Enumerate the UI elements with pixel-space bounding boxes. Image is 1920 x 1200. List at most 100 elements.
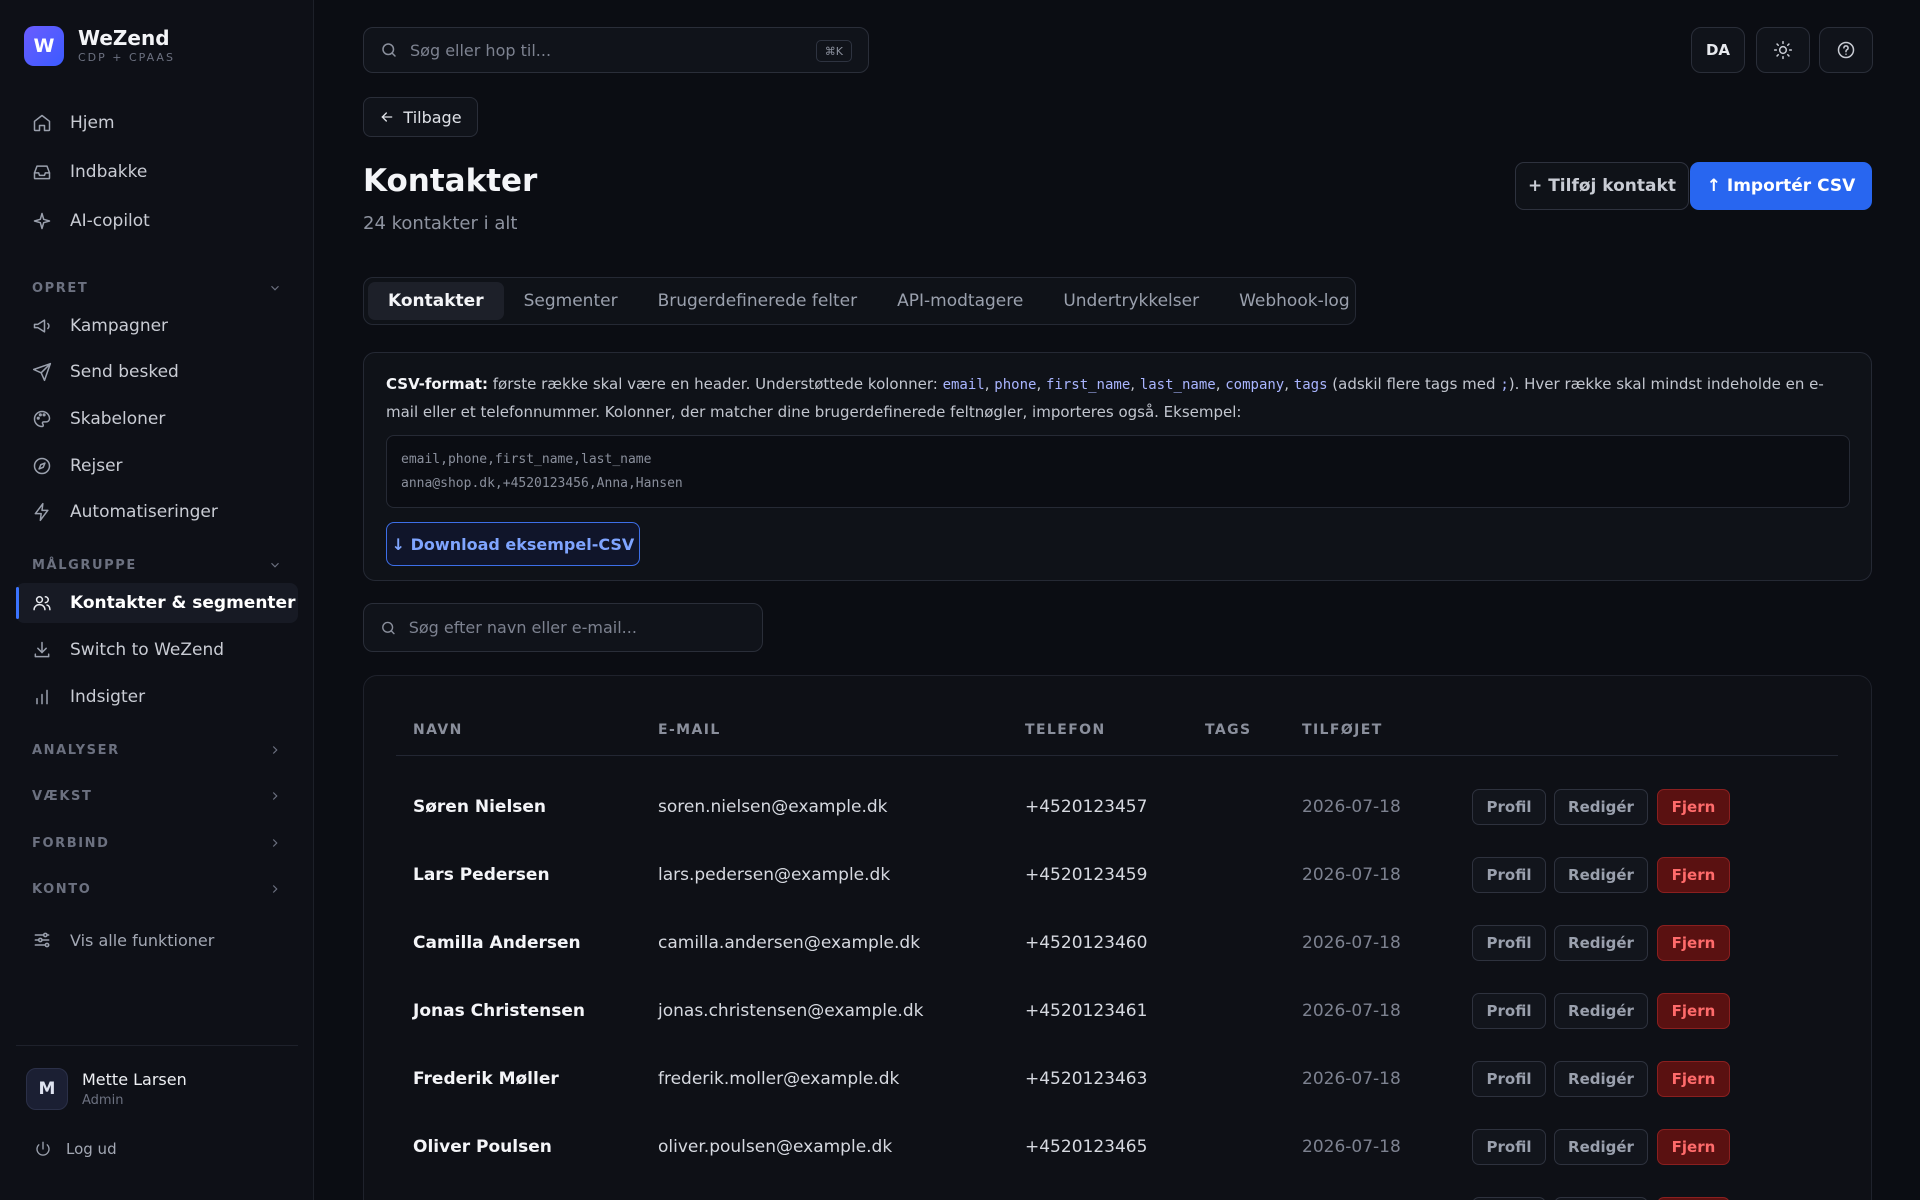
profile-button[interactable]: Profil — [1472, 1061, 1546, 1097]
section-malgruppe[interactable]: MÅLGRUPPE — [32, 555, 282, 575]
sidebar-item-kampagner[interactable]: Kampagner — [16, 306, 298, 346]
csv-column: phone — [994, 377, 1037, 393]
tab-webhook-log[interactable]: Webhook-log — [1219, 282, 1370, 320]
download-icon — [34, 641, 50, 658]
send-icon — [32, 362, 52, 382]
csv-text-part: første række skal være en header. Unders… — [492, 375, 938, 393]
sidebar-item-ai-copilot[interactable]: AI-copilot — [16, 201, 298, 241]
edit-button[interactable]: Redigér — [1554, 789, 1648, 825]
user-profile[interactable]: M Mette Larsen Admin — [26, 1068, 187, 1110]
remove-button[interactable]: Fjern — [1657, 1129, 1730, 1165]
remove-button[interactable]: Fjern — [1657, 1061, 1730, 1097]
user-name: Mette Larsen — [82, 1070, 187, 1089]
table-row[interactable]: Søren Nielsen soren.nielsen@example.dk +45… — [364, 773, 1871, 841]
profile-button[interactable]: Profil — [1472, 857, 1546, 893]
sidebar-divider — [16, 1045, 298, 1046]
sidebar-item-send-besked[interactable]: Send besked — [16, 352, 298, 392]
tab-api-modtagere[interactable]: API-modtagere — [877, 282, 1043, 320]
table-row[interactable]: Jonas Christensen jonas.christensen@examp… — [364, 977, 1871, 1045]
sidebar-item-hjem[interactable]: Hjem — [16, 103, 298, 143]
edit-button[interactable]: Redigér — [1554, 1129, 1648, 1165]
table-row[interactable]: Frederik Møller frederik.moller@example.d… — [364, 1045, 1871, 1113]
chevron-right-icon — [272, 885, 278, 893]
table-row[interactable]: Oliver Poulsen oliver.poulsen@example.dk +… — [364, 1113, 1871, 1181]
page-title: Kontakter — [363, 163, 538, 199]
edit-button[interactable]: Redigér — [1554, 925, 1648, 961]
header-divider — [396, 755, 1838, 756]
contact-phone: +4520123459 — [1025, 865, 1148, 885]
contact-email: jonas.christensen@example.dk — [658, 1001, 924, 1021]
csv-format-label: CSV-format: — [386, 375, 488, 393]
section-label: ANALYSER — [32, 742, 120, 758]
remove-button[interactable]: Fjern — [1657, 925, 1730, 961]
sidebar-item-rejser[interactable]: Rejser — [16, 446, 298, 486]
tab-undertrykkelser[interactable]: Undertrykkelser — [1043, 282, 1219, 320]
profile-button[interactable]: Profil — [1472, 789, 1546, 825]
contact-email: frederik.moller@example.dk — [658, 1069, 900, 1089]
tab-segmenter[interactable]: Segmenter — [504, 282, 638, 320]
profile-button[interactable]: Profil — [1472, 993, 1546, 1029]
logout-button[interactable]: Log ud — [34, 1140, 117, 1158]
section-opret[interactable]: OPRET — [32, 278, 282, 298]
section-vaekst[interactable]: VÆKST — [32, 786, 282, 806]
csv-column: email — [942, 377, 985, 393]
brand-name: WeZend — [78, 26, 170, 50]
column-header-phone[interactable]: TELEFON — [1025, 722, 1106, 738]
remove-button[interactable]: Fjern — [1657, 789, 1730, 825]
table-row[interactable]: Lars Pedersen lars.pedersen@example.dk +45… — [364, 841, 1871, 909]
section-forbind[interactable]: FORBIND — [32, 833, 282, 853]
remove-button[interactable]: Fjern — [1657, 857, 1730, 893]
table-row[interactable]: Camilla Andersen camilla.andersen@example… — [364, 909, 1871, 977]
help-button[interactable] — [1819, 27, 1873, 73]
contact-search-input[interactable] — [408, 618, 762, 637]
profile-button[interactable]: Profil — [1472, 925, 1546, 961]
sidebar-item-skabeloner[interactable]: Skabeloner — [16, 399, 298, 439]
profile-button[interactable]: Profil — [1472, 1129, 1546, 1165]
brand[interactable]: W WeZend CDP + CPAAS — [24, 26, 175, 66]
sliders-icon — [34, 932, 50, 948]
csv-column: last_name — [1139, 377, 1216, 393]
sidebar-item-label: Hjem — [70, 113, 115, 133]
contact-email: sofie.kristensen@example.se — [658, 1181, 907, 1200]
column-header-tags[interactable]: TAGS — [1205, 722, 1251, 738]
edit-button[interactable]: Redigér — [1554, 857, 1648, 893]
column-header-email[interactable]: E-MAIL — [658, 722, 721, 738]
back-button[interactable]: Tilbage — [363, 97, 478, 137]
edit-button[interactable]: Redigér — [1554, 993, 1648, 1029]
remove-button[interactable]: Fjern — [1657, 993, 1730, 1029]
contact-email: lars.pedersen@example.dk — [658, 865, 891, 885]
sidebar-item-kontakter-segmenter[interactable]: Kontakter & segmenter — [16, 583, 298, 623]
chevron-right-icon — [272, 839, 278, 847]
global-search-input[interactable] — [410, 40, 790, 60]
add-contact-button[interactable]: + Tilføj kontakt — [1515, 162, 1689, 210]
sidebar-item-indbakke[interactable]: Indbakke — [16, 152, 298, 192]
sidebar-item-indsigter[interactable]: Indsigter — [16, 677, 298, 717]
sidebar-item-switch-to-wezend[interactable]: Switch to WeZend — [16, 630, 298, 670]
page-subtitle: 24 kontakter i alt — [363, 213, 518, 234]
column-header-name[interactable]: NAVN — [413, 722, 463, 738]
section-analyser[interactable]: ANALYSER — [32, 740, 282, 760]
tab-kontakter[interactable]: Kontakter — [368, 282, 504, 320]
search-icon — [382, 43, 396, 57]
edit-button[interactable]: Redigér — [1554, 1061, 1648, 1097]
contact-search[interactable] — [363, 603, 763, 652]
download-example-csv-button[interactable]: ↓ Download eksempel-CSV — [386, 522, 640, 566]
section-konto[interactable]: KONTO — [32, 879, 282, 899]
global-search[interactable]: ⌘K — [363, 27, 869, 73]
show-all-features-link[interactable]: Vis alle funktioner — [16, 920, 298, 960]
contact-name: Søren Nielsen — [413, 797, 547, 817]
bolt-icon — [34, 502, 49, 522]
contact-name: Lars Pedersen — [413, 865, 550, 885]
tab-brugerdefinerede-felter[interactable]: Brugerdefinerede felter — [638, 282, 878, 320]
contact-phone: +4520123461 — [1025, 1001, 1148, 1021]
contact-added-date: 2026-07-18 — [1302, 865, 1401, 885]
sidebar-item-label: Skabeloner — [70, 409, 166, 429]
table-row[interactable]: Sofie Kristensen sofie.kristensen@example… — [364, 1181, 1871, 1200]
column-header-added[interactable]: TILFØJET — [1302, 722, 1383, 738]
sidebar-item-automatiseringer[interactable]: Automatiseringer — [16, 492, 298, 532]
import-csv-button[interactable]: ↑ Importér CSV — [1690, 162, 1872, 210]
sidebar-item-label: Rejser — [70, 456, 123, 476]
theme-toggle-button[interactable] — [1756, 27, 1810, 73]
language-button[interactable]: DA — [1691, 27, 1745, 73]
contact-phone: +4520123465 — [1025, 1137, 1148, 1157]
